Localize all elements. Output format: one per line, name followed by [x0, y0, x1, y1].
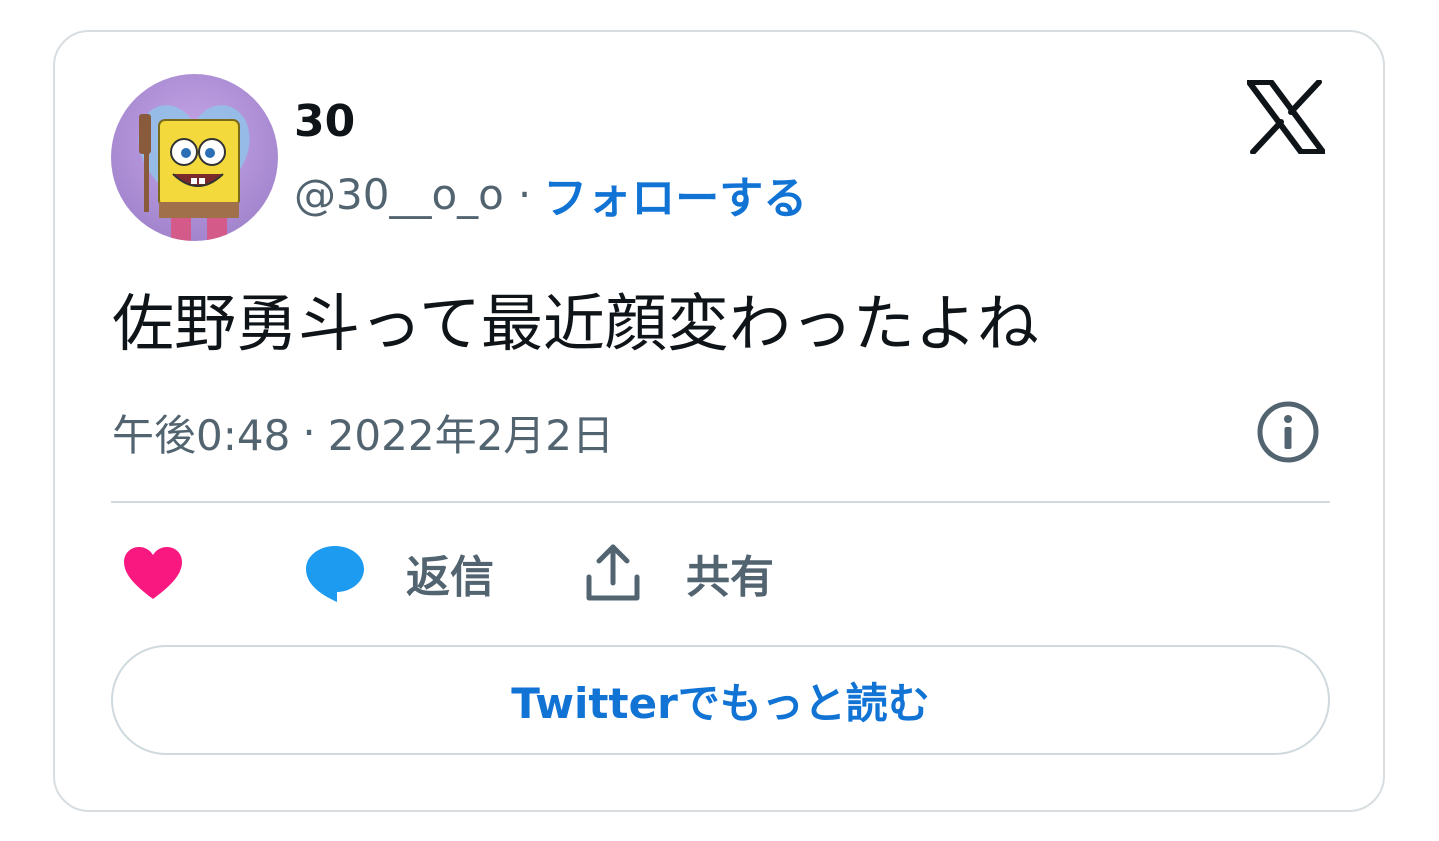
info-icon[interactable]: [1256, 400, 1320, 464]
reply-bubble-icon: [306, 546, 364, 602]
handle[interactable]: @30__o_o: [294, 170, 504, 219]
avatar-image: [111, 74, 278, 241]
follow-link[interactable]: フォローする: [543, 162, 807, 226]
tweet-text: 佐野勇斗って最近顔変わったよね: [112, 287, 1039, 360]
read-more-button[interactable]: Twitterでもっと読む: [111, 645, 1330, 755]
x-logo-icon[interactable]: [1247, 80, 1325, 154]
read-more-label: Twitterでもっと読む: [511, 678, 930, 728]
divider: [111, 501, 1330, 503]
share-button[interactable]: 共有: [584, 540, 774, 606]
reply-button[interactable]: 返信: [304, 540, 494, 606]
handle-row: @30__o_o · フォローする: [294, 166, 807, 225]
tweet-date: 2022年2月2日: [327, 410, 615, 460]
display-name[interactable]: 30: [294, 94, 355, 150]
reply-label: 返信: [406, 552, 494, 603]
like-button[interactable]: [122, 540, 184, 606]
tweet-time: 午後0:48: [112, 410, 291, 460]
share-label: 共有: [686, 552, 774, 603]
separator-dot: ·: [517, 169, 532, 219]
timestamp-link[interactable]: 午後0:48 · 2022年2月2日: [112, 404, 614, 460]
avatar[interactable]: [111, 74, 278, 241]
separator-dot: ·: [302, 407, 316, 457]
share-icon: [586, 544, 640, 601]
heart-icon: [124, 547, 182, 599]
